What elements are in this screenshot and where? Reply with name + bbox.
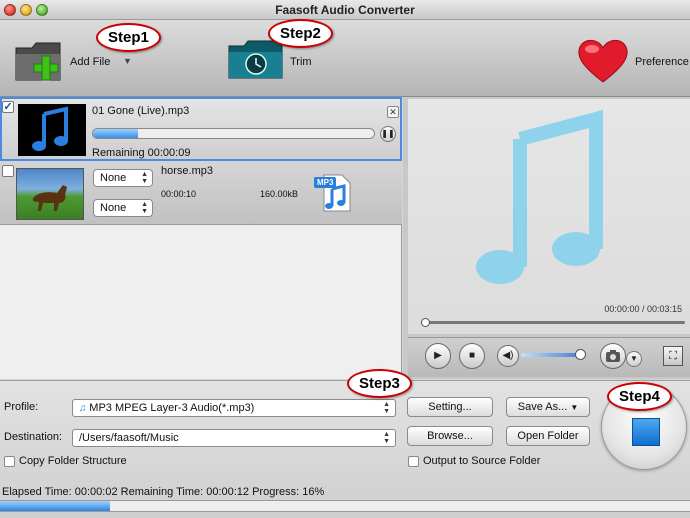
file-checkbox[interactable]: ✓: [2, 101, 14, 113]
destination-value: /Users/faasoft/Music: [79, 432, 179, 444]
file-duration: 00:00:10: [161, 189, 197, 199]
destination-select[interactable]: /Users/faasoft/Music ▲ ▼: [72, 429, 396, 447]
preview-screen: [408, 99, 690, 334]
save-as-label: Save As...: [517, 401, 568, 413]
window-title: Faasoft Audio Converter: [275, 3, 415, 17]
add-file-label: Add File: [70, 56, 111, 68]
pause-conversion-button[interactable]: ❚❚: [380, 126, 396, 142]
horse-icon: [32, 185, 67, 211]
volume-button[interactable]: ◀): [497, 345, 519, 367]
total-progress-bar: [0, 500, 690, 512]
file-progress-bar: [92, 128, 375, 139]
output-to-source-label: Output to Source Folder: [423, 455, 541, 467]
browse-button[interactable]: Browse...: [407, 426, 493, 446]
setting-button[interactable]: Setting...: [407, 397, 493, 417]
select-arrows-icon: ▲ ▼: [383, 431, 390, 445]
profile-value: MP3 MPEG Layer-3 Audio(*.mp3): [89, 402, 255, 414]
mp3-format-button[interactable]: MP3: [314, 173, 354, 213]
copy-folder-structure-label: Copy Folder Structure: [19, 455, 127, 467]
file-row[interactable]: None ▲ ▼ None ▲ ▼ horse.mp3 00:00:10 160.0…: [0, 161, 402, 225]
chevron-down-icon: ▼: [570, 403, 579, 412]
file-progress-fill: [93, 129, 138, 138]
file-name: horse.mp3: [161, 165, 213, 177]
settings-panel: Profile: ♫ MP3 MPEG Layer-3 Audio(*.mp3)…: [0, 380, 690, 518]
preference-button[interactable]: Preference: [574, 36, 689, 86]
subtitle-value: None: [100, 202, 127, 214]
remaining-time: Remaining 00:00:09: [92, 147, 191, 159]
music-thumbnail: [18, 104, 86, 156]
file-checkbox[interactable]: [2, 165, 14, 177]
seek-handle[interactable]: [421, 318, 430, 327]
conversion-status: Elapsed Time: 00:00:02 Remaining Time: 0…: [2, 486, 325, 498]
file-name: 01 Gone (Live).mp3: [92, 105, 190, 117]
convert-stop-button[interactable]: [632, 418, 660, 446]
fullscreen-button[interactable]: ⛶: [663, 346, 683, 366]
preview-panel: 00:00:00 / 00:03:15 ▶ ■ ◀) ▼ ⛶: [403, 97, 690, 379]
copy-folder-structure-checkbox[interactable]: [4, 456, 15, 467]
play-button[interactable]: ▶: [425, 343, 451, 369]
open-folder-button[interactable]: Open Folder: [506, 426, 590, 446]
audio-track-select[interactable]: None ▲ ▼: [93, 169, 153, 187]
remove-file-button[interactable]: ✕: [387, 106, 399, 118]
step1-callout: Step1: [96, 23, 161, 52]
stepper-arrows-icon: ▲ ▼: [141, 171, 148, 185]
volume-slider[interactable]: [521, 353, 583, 357]
audio-track-value: None: [100, 172, 127, 184]
horse-thumbnail: [16, 168, 84, 220]
trim-label: Trim: [290, 56, 312, 68]
large-music-note-icon: [476, 109, 603, 284]
add-file-icon: [15, 42, 61, 81]
snapshot-dropdown-button[interactable]: ▼: [626, 351, 642, 367]
step2-callout: Step2: [268, 19, 333, 48]
step3-callout: Step3: [347, 369, 412, 398]
step4-callout: Step4: [607, 382, 672, 411]
profile-label: Profile:: [4, 401, 39, 413]
save-as-button[interactable]: Save As... ▼: [506, 397, 590, 417]
file-row[interactable]: ✓ 01 Gone (Live).mp3 ✕ ❚❚ Remaining 00:0…: [0, 97, 402, 161]
output-to-source-checkbox[interactable]: [408, 456, 419, 467]
volume-handle[interactable]: [574, 349, 586, 360]
heart-icon: [578, 39, 628, 83]
file-list: ✓ 01 Gone (Live).mp3 ✕ ❚❚ Remaining 00:0…: [0, 97, 402, 379]
snapshot-button[interactable]: [600, 343, 626, 369]
music-note-icon: [32, 106, 68, 151]
profile-format-icon: ♫: [79, 403, 90, 414]
select-arrows-icon: ▲ ▼: [383, 401, 390, 415]
file-size: 160.00kB: [260, 189, 299, 199]
seek-bar[interactable]: [421, 321, 685, 324]
playback-time: 00:00:00 / 00:03:15: [604, 304, 682, 314]
preference-label: Preference: [635, 56, 689, 68]
subtitle-select[interactable]: None ▲ ▼: [93, 199, 153, 217]
destination-label: Destination:: [4, 431, 63, 443]
stop-button[interactable]: ■: [459, 343, 485, 369]
camera-icon: [606, 350, 620, 362]
total-progress-fill: [0, 501, 111, 511]
add-file-dropdown-icon[interactable]: ▼: [123, 56, 132, 66]
profile-select[interactable]: ♫ MP3 MPEG Layer-3 Audio(*.mp3) ▲ ▼: [72, 399, 396, 417]
title-bar: Faasoft Audio Converter: [0, 0, 690, 20]
format-badge: MP3: [314, 177, 337, 188]
stepper-arrows-icon: ▲ ▼: [141, 201, 148, 215]
